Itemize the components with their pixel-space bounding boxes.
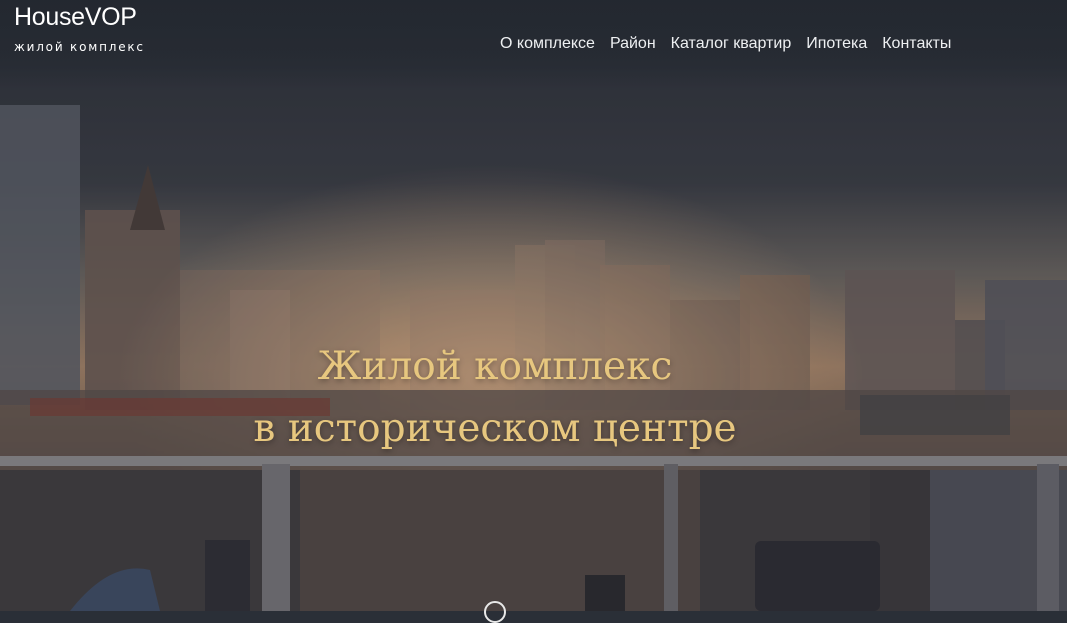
nav-item-district[interactable]: Район: [610, 35, 656, 53]
nav-item-contacts[interactable]: Контакты: [882, 35, 951, 53]
nav-item-about[interactable]: О комплексе: [500, 35, 595, 53]
scroll-down-icon[interactable]: [484, 601, 506, 623]
main-nav: О комплексе Район Каталог квартир Ипотек…: [500, 35, 966, 53]
hero-title-line-2: в историческом центре: [253, 406, 737, 451]
brand-name: HouseVOP: [14, 3, 137, 31]
city-skyline-image: [0, 0, 1067, 611]
hero-title: Жилой комплекс в историческом центре: [0, 336, 990, 460]
hero-background: [0, 0, 1067, 611]
top-bar: HouseVOP жилой комплекс О комплексе Райо…: [0, 0, 1067, 90]
brand-subtitle: жилой комплекс: [14, 40, 145, 54]
logo[interactable]: HouseVOP жилой комплекс: [14, 3, 145, 54]
nav-item-catalog[interactable]: Каталог квартир: [671, 35, 792, 53]
nav-item-mortgage[interactable]: Ипотека: [806, 35, 867, 53]
hero-title-line-1: Жилой комплекс: [317, 344, 673, 389]
